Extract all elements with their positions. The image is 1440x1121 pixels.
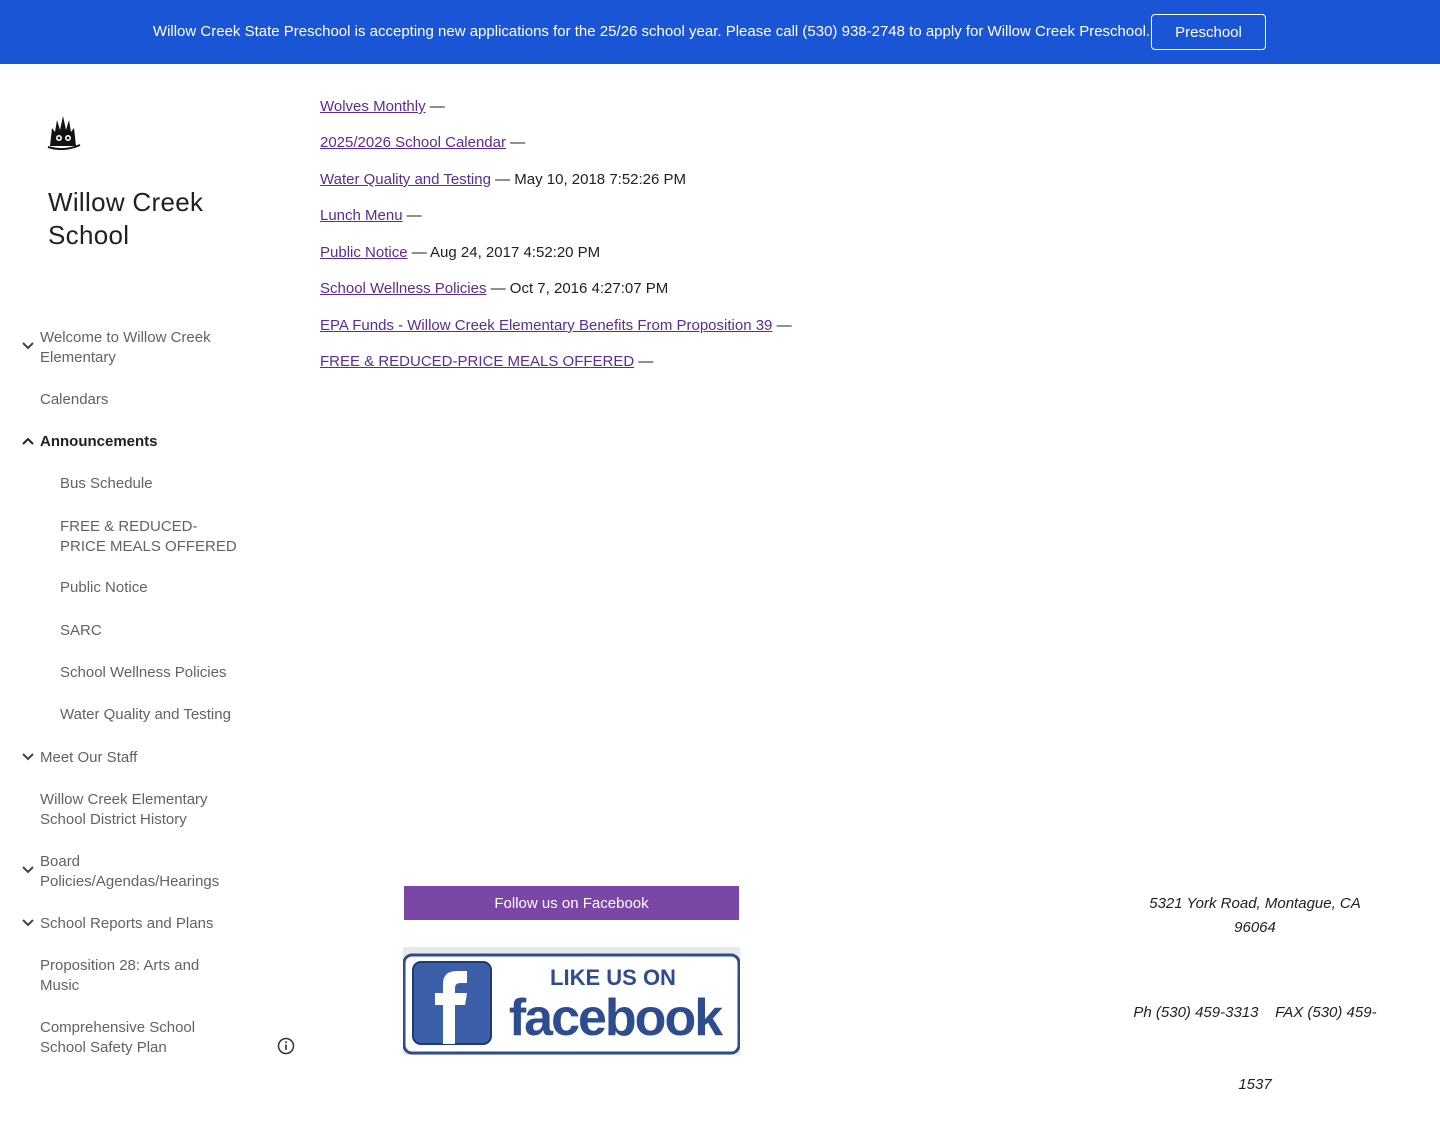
announcement-meta: — [402, 207, 422, 224]
facebook-like-banner[interactable]: LIKE US ON facebook [403, 947, 740, 1055]
announcement-link[interactable]: Wolves Monthly [320, 98, 426, 115]
sidebar-item-prop28[interactable]: Proposition 28: Arts and Music [40, 956, 240, 995]
nav-label: Comprehensive School [40, 1019, 196, 1036]
address-line: 5321 York Road, Montague, CA [1149, 895, 1361, 912]
follow-facebook-button[interactable]: Follow us on Facebook [404, 886, 739, 920]
nav-label: FREE & REDUCED- [60, 518, 198, 535]
list-item: 2025/2026 School Calendar — [320, 134, 525, 151]
list-item: FREE & REDUCED-PRICE MEALS OFFERED — [320, 353, 653, 370]
chevron-down-icon[interactable] [20, 862, 36, 878]
nav-label: Welcome to Willow Creek [40, 329, 211, 346]
announcement-banner: Willow Creek State Preschool is acceptin… [0, 0, 1440, 64]
phone-line: Ph (530) 459-3313 FAX (530) 459- [1133, 1004, 1377, 1021]
announcement-link[interactable]: 2025/2026 School Calendar [320, 134, 506, 151]
announcement-meta: — May 10, 2018 7:52:26 PM [490, 171, 687, 188]
nav-label: School District History [40, 810, 187, 828]
phone-block: Ph (530) 459-3313 FAX (530) 459- 1537 [1130, 953, 1380, 1121]
sidebar-item-bus-schedule[interactable]: Bus Schedule [60, 474, 153, 494]
announcement-meta: — [425, 98, 445, 115]
preschool-button[interactable]: Preschool [1151, 14, 1266, 50]
fb-image-brand: facebook [509, 989, 723, 1047]
nav-label: Policies/Agendas/Hearings [40, 872, 220, 890]
address-block: 5321 York Road, Montague, CA 96064 [1130, 892, 1380, 940]
info-icon[interactable] [277, 1037, 295, 1055]
nav-label: PRICE MEALS OFFERED [60, 537, 237, 555]
facebook-icon [412, 961, 492, 1045]
phone-line: 1537 [1238, 1076, 1272, 1093]
nav-label: Proposition 28: Arts and [40, 957, 200, 974]
sidebar-item-calendars[interactable]: Calendars [40, 390, 108, 410]
announcement-meta: — [772, 317, 792, 334]
list-item: School Wellness Policies — Oct 7, 2016 4… [320, 280, 668, 297]
address-line: 96064 [1234, 919, 1276, 936]
list-item: Water Quality and Testing — May 10, 2018… [320, 171, 686, 188]
list-item: Wolves Monthly — [320, 98, 445, 115]
sidebar-item-water-quality[interactable]: Water Quality and Testing [60, 705, 231, 725]
chevron-down-icon[interactable] [20, 749, 36, 765]
site-title[interactable]: Willow Creek School [48, 186, 258, 252]
chevron-down-icon[interactable] [20, 915, 36, 931]
announcement-meta: — [505, 134, 526, 151]
announcement-link[interactable]: Water Quality and Testing [320, 171, 491, 188]
sidebar-item-public-notice[interactable]: Public Notice [60, 578, 148, 598]
chevron-up-icon[interactable] [20, 433, 36, 449]
site-title-line2: School [48, 220, 130, 250]
sidebar-item-free-meals[interactable]: FREE & REDUCED- PRICE MEALS OFFERED [60, 517, 250, 556]
list-item: Public Notice — Aug 24, 2017 4:52:20 PM [320, 244, 600, 261]
school-logo-icon[interactable] [46, 112, 82, 150]
announcement-meta: — Aug 24, 2017 4:52:20 PM [407, 244, 601, 261]
fb-image-top: LIKE US ON [550, 965, 676, 990]
announcement-meta: — Oct 7, 2016 4:27:07 PM [486, 280, 669, 297]
nav-label: Elementary [40, 348, 116, 366]
list-item: Lunch Menu — [320, 207, 422, 224]
nav-label: Music [40, 976, 80, 994]
sidebar-item-announcements[interactable]: Announcements [40, 432, 158, 452]
sidebar-item-welcome[interactable]: Welcome to Willow Creek Elementary [40, 328, 240, 367]
announcement-link[interactable]: EPA Funds - Willow Creek Elementary Bene… [320, 317, 772, 334]
announcement-link[interactable]: Lunch Menu [320, 207, 403, 224]
nav-label: Willow Creek Elementary [40, 791, 208, 808]
sidebar-item-reports[interactable]: School Reports and Plans [40, 914, 213, 934]
sidebar-item-history[interactable]: Willow Creek Elementary School District … [40, 790, 240, 829]
list-item: EPA Funds - Willow Creek Elementary Bene… [320, 317, 792, 334]
sidebar-item-board[interactable]: Board Policies/Agendas/Hearings [40, 852, 240, 891]
announcement-link[interactable]: Public Notice [320, 244, 408, 261]
site-title-line1: Willow Creek [48, 187, 204, 217]
announcement-meta: — [634, 353, 654, 370]
announcement-link[interactable]: School Wellness Policies [320, 280, 486, 297]
nav-label: School Safety Plan [40, 1038, 167, 1056]
banner-text: Willow Creek State Preschool is acceptin… [152, 23, 1151, 40]
sidebar-item-sarc[interactable]: SARC [60, 621, 102, 641]
sidebar-item-wellness[interactable]: School Wellness Policies [60, 663, 226, 683]
nav-label: Board [40, 853, 81, 870]
sidebar-item-safety-plan[interactable]: Comprehensive School School Safety Plan [40, 1018, 240, 1057]
sidebar-item-staff[interactable]: Meet Our Staff [40, 748, 137, 768]
announcement-link[interactable]: FREE & REDUCED-PRICE MEALS OFFERED [320, 353, 634, 370]
chevron-down-icon[interactable] [20, 338, 36, 354]
